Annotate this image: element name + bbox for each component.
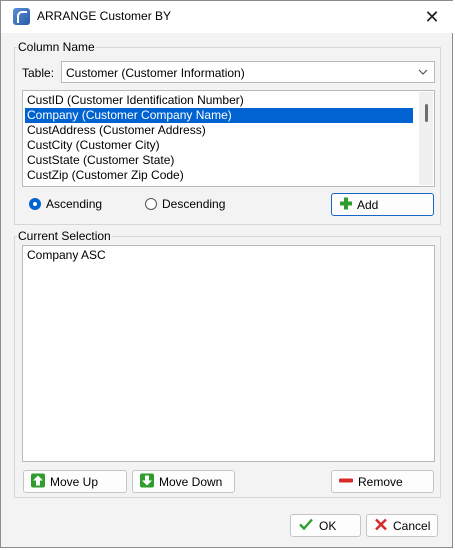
app-icon	[13, 8, 30, 25]
ascending-radio[interactable]	[29, 198, 41, 210]
column-list-item[interactable]: CustZip (Customer Zip Code)	[25, 168, 413, 183]
descending-radio[interactable]	[145, 198, 157, 210]
column-name-group-label: Column Name	[17, 40, 96, 54]
ok-label: OK	[319, 518, 337, 533]
column-list-item[interactable]: CustID (Customer Identification Number)	[25, 93, 413, 108]
column-list-item[interactable]: CustCity (Customer City)	[25, 138, 413, 153]
arrow-up-icon	[31, 473, 45, 490]
remove-button-label: Remove	[358, 474, 403, 489]
column-listbox[interactable]: CustID (Customer Identification Number) C…	[22, 90, 435, 187]
close-icon[interactable]: ✕	[420, 5, 444, 29]
current-selection-group: Current Selection Company ASC Move Up Mo…	[14, 229, 441, 498]
plus-icon	[339, 196, 353, 213]
descending-label[interactable]: Descending	[162, 197, 225, 211]
column-name-group: Column Name Table: Customer (Customer In…	[14, 40, 441, 225]
move-up-label: Move Up	[50, 474, 99, 489]
window-title: ARRANGE Customer BY	[37, 9, 172, 23]
cancel-button[interactable]: Cancel	[366, 514, 438, 537]
current-selection-group-label: Current Selection	[17, 229, 112, 243]
ascending-label[interactable]: Ascending	[46, 197, 102, 211]
move-down-label: Move Down	[159, 474, 223, 489]
column-list-item[interactable]: CustState (Customer State)	[25, 153, 413, 168]
x-icon	[374, 517, 388, 534]
remove-button[interactable]: Remove	[331, 470, 434, 493]
chevron-down-icon	[418, 65, 428, 79]
cancel-label: Cancel	[393, 518, 431, 533]
table-select[interactable]: Customer (Customer Information)	[61, 61, 435, 83]
current-selection-list[interactable]: Company ASC	[22, 245, 435, 462]
column-list-item[interactable]: Company (Customer Company Name)	[25, 108, 413, 123]
minus-icon	[339, 473, 353, 490]
move-down-button[interactable]: Move Down	[132, 470, 235, 493]
ok-button[interactable]: OK	[290, 514, 361, 537]
move-up-button[interactable]: Move Up	[23, 470, 127, 493]
arrange-dialog: ARRANGE Customer BY ✕ Column Name Table:…	[0, 0, 454, 548]
table-select-value: Customer (Customer Information)	[66, 66, 245, 80]
scrollbar-thumb[interactable]	[425, 104, 428, 122]
column-list-item[interactable]: CustAddress (Customer Address)	[25, 123, 413, 138]
checkmark-icon	[299, 517, 313, 534]
add-button-label: Add	[357, 197, 379, 212]
table-label: Table:	[22, 66, 55, 80]
title-bar: ARRANGE Customer BY ✕	[1, 1, 454, 33]
selection-list-item[interactable]: Company ASC	[25, 248, 106, 263]
listbox-scrollbar[interactable]	[419, 92, 433, 185]
add-button[interactable]: Add	[331, 193, 434, 216]
arrow-down-icon	[140, 473, 154, 490]
